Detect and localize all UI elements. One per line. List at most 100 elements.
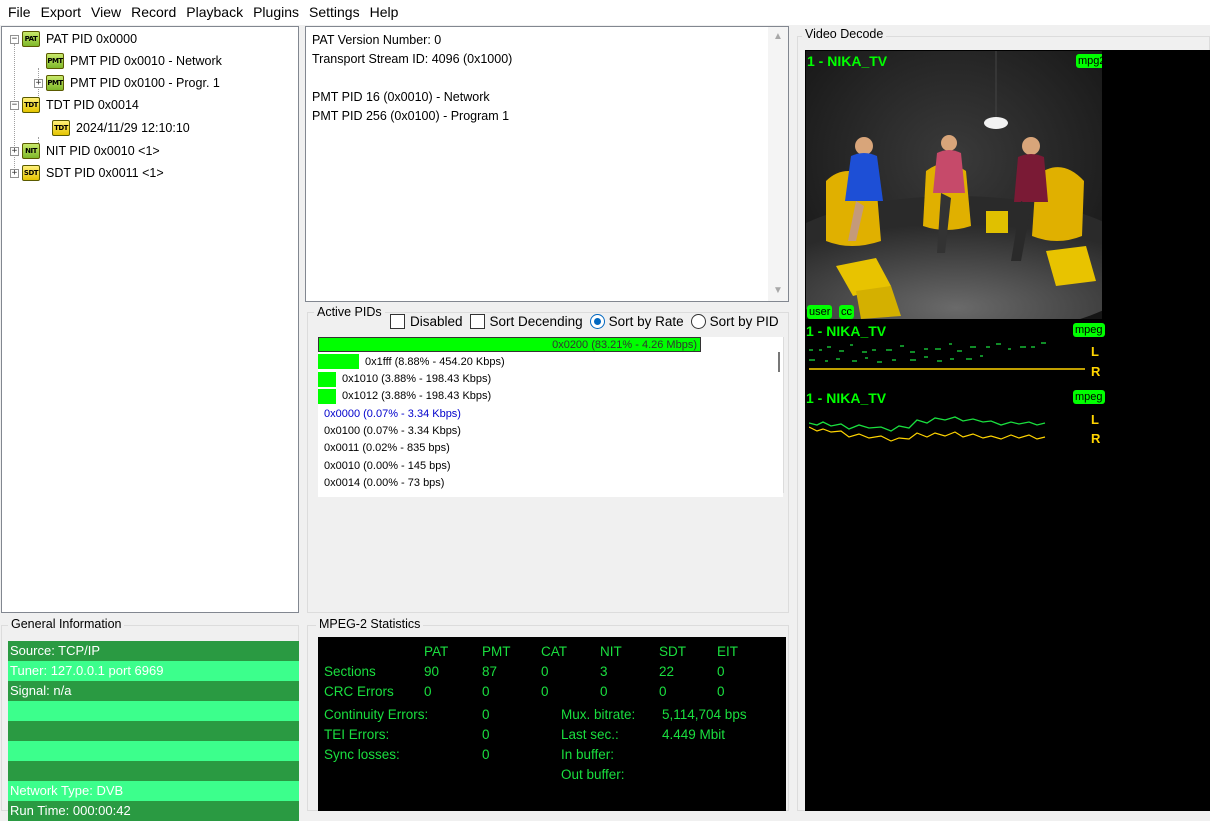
pmt-icon: PMT [46,53,64,69]
audio-codec-badge: mpeg [1073,390,1105,404]
menu-record[interactable]: Record [127,0,182,25]
user-badge[interactable]: user [807,305,833,319]
sections-value: 87 [482,664,498,679]
pid-row-label: 0x0014 (0.00% - 73 bps) [324,476,445,489]
pid-row[interactable]: 0x0000 (0.07% - 3.34 Kbps) [318,406,461,421]
studio-scene-image [806,51,1102,319]
expand-icon[interactable]: + [34,78,43,88]
tree-item-sdt[interactable]: + SDT SDT PID 0x0011 <1> [10,162,164,184]
stats-col-pmt: PMT [482,644,511,659]
details-line: Transport Stream ID: 4096 (0x1000) [312,52,513,66]
disabled-label: Disabled [410,314,463,329]
tei-value: 0 [482,727,490,742]
crc-value: 0 [600,684,608,699]
sections-label: Sections [324,664,376,679]
video-decode-title: Video Decode [802,27,887,41]
expand-icon[interactable]: + [10,146,19,156]
details-panel[interactable]: PAT Version Number: 0 Transport Stream I… [305,26,789,302]
details-line: PAT Version Number: 0 [312,33,442,47]
nit-icon: NIT [22,143,40,159]
pid-row[interactable]: 0x0100 (0.07% - 3.34 Kbps) [318,424,461,439]
crc-label: CRC Errors [324,684,394,699]
tree-item-pmt-program[interactable]: + PMT PMT PID 0x0100 - Progr. 1 [34,72,220,94]
sections-value: 3 [600,664,608,679]
radio-icon [690,314,706,329]
tree-item-tdt-time[interactable]: TDT 2024/11/29 12:10:10 [52,117,190,139]
tree-item-label: PAT PID 0x0000 [46,32,138,46]
pid-row[interactable]: 0x1012 (3.88% - 198.43 Kbps) [318,388,492,404]
tree-item-label: NIT PID 0x0010 <1> [46,144,160,158]
cc-badge[interactable]: cc [839,305,854,319]
pid-row[interactable]: 0x0014 (0.00% - 73 bps) [318,475,444,490]
details-line [312,69,512,88]
pid-row[interactable]: 0x1fff (8.88% - 454.20 Kbps) [318,354,505,370]
info-row [8,721,299,741]
tree-item-nit[interactable]: + NIT NIT PID 0x0010 <1> [10,140,160,162]
scroll-down-icon[interactable]: ▼ [768,281,788,301]
sync-label: Sync losses: [324,747,400,762]
sort-by-pid-label: Sort by PID [709,314,779,329]
video-frame[interactable]: 1 - NIKA_TV mpg2 user cc [806,51,1102,319]
pid-row[interactable]: 0x1010 (3.88% - 198.43 Kbps) [318,371,492,387]
menu-plugins[interactable]: Plugins [249,0,305,25]
sort-by-rate-radio[interactable]: Sort by Rate [589,314,684,329]
menu-playback[interactable]: Playback [182,0,249,25]
scroll-up-icon[interactable]: ▲ [768,27,788,47]
pid-row[interactable]: 0x0011 (0.02% - 835 bps) [318,441,450,456]
sections-value: 0 [717,664,725,679]
pid-rate-bar [318,371,336,387]
menu-view[interactable]: View [87,0,127,25]
general-info-list: Source: TCP/IP Tuner: 127.0.0.1 port 696… [8,641,299,821]
details-text: PAT Version Number: 0 Transport Stream I… [312,31,512,126]
video-codec-badge: mpg2 [1076,54,1102,68]
tree-item-label: SDT PID 0x0011 <1> [46,166,164,180]
collapse-icon[interactable]: − [10,100,19,110]
pid-row-label: 0x1012 (3.88% - 198.43 Kbps) [342,390,492,403]
info-row: Network Type: DVB [8,781,299,801]
pid-list-scroll-thumb[interactable] [778,352,780,372]
pid-rate-bar [318,388,336,404]
checkbox-icon [469,314,485,329]
menu-help[interactable]: Help [366,0,405,25]
tree-item-pmt-network[interactable]: PMT PMT PID 0x0010 - Network [46,50,222,72]
tree-item-pat[interactable]: − PAT PAT PID 0x0000 [10,28,137,50]
crc-value: 0 [659,684,667,699]
crc-value: 0 [424,684,432,699]
crc-value: 0 [717,684,725,699]
tdt-icon: TDT [22,97,40,113]
continuity-label: Continuity Errors: [324,707,429,722]
sort-by-pid-radio[interactable]: Sort by PID [690,314,779,329]
mpeg-stats-panel: PAT PMT CAT NIT SDT EIT Sections 90 87 0… [318,637,786,811]
audio-codec-badge: mpeg [1073,323,1105,337]
stats-col-sdt: SDT [659,644,686,659]
pid-row-label: 0x1fff (8.88% - 454.20 Kbps) [365,355,505,368]
tree-item-tdt[interactable]: − TDT TDT PID 0x0014 [10,94,139,116]
menu-file[interactable]: File [4,0,37,25]
pid-row-label: 0x1010 (3.88% - 198.43 Kbps) [342,373,492,386]
disabled-checkbox[interactable]: Disabled [390,314,463,329]
pid-row[interactable]: 0x0200 (83.21% - 4.26 Mbps) [318,337,701,352]
tree-item-label: TDT PID 0x0014 [46,98,139,112]
psi-tree[interactable]: − PAT PAT PID 0x0000 PMT PMT PID 0x0010 … [1,26,299,613]
audio-waveform-2 [809,416,1046,442]
audio-channel-label: 1 - NIKA_TV [806,323,887,339]
stats-col-pat: PAT [424,644,449,659]
details-scrollbar[interactable]: ▲ ▼ [768,27,788,301]
pid-list[interactable]: 0x0200 (83.21% - 4.26 Mbps) 0x1fff (8.88%… [318,337,783,497]
menu-settings[interactable]: Settings [305,0,366,25]
pid-row-label: 0x0200 (83.21% - 4.26 Mbps) [552,338,697,351]
mux-bitrate-value: 5,114,704 bps [662,707,747,722]
pid-row-label: 0x0100 (0.07% - 3.34 Kbps) [324,425,461,437]
expand-icon[interactable]: + [10,168,19,178]
pid-options: Disabled Sort Decending Sort by Rate Sor… [390,314,786,329]
details-line: PMT PID 16 (0x0010) - Network [312,90,490,104]
pid-row[interactable]: 0x0010 (0.00% - 145 bps) [318,458,451,473]
last-sec-label: Last sec.: [561,727,619,742]
collapse-icon[interactable]: − [10,34,19,44]
sort-descending-checkbox[interactable]: Sort Decending [469,314,583,329]
stats-col-eit: EIT [717,644,739,659]
stats-col-nit: NIT [600,644,622,659]
info-row: Run Time: 000:00:42 [8,801,299,821]
menu-export[interactable]: Export [37,0,87,25]
details-line: PMT PID 256 (0x0100) - Program 1 [312,109,510,123]
